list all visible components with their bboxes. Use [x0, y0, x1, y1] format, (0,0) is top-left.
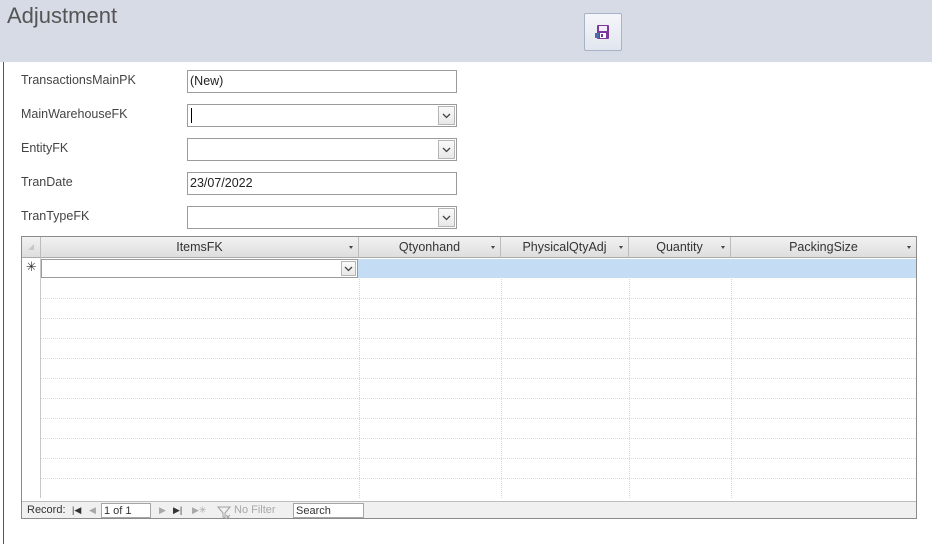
entityfk-dropdown-button[interactable] [438, 140, 455, 159]
column-filter-arrow-icon[interactable] [721, 246, 725, 249]
form-title: Adjustment [7, 3, 118, 28]
grid-row-divider [41, 478, 916, 479]
entityfk-combo[interactable] [187, 138, 457, 161]
chevron-down-icon [344, 266, 353, 271]
trandate-field[interactable]: 23/07/2022 [187, 172, 457, 195]
column-filter-arrow-icon[interactable] [349, 246, 353, 249]
grid-column-divider [359, 279, 360, 498]
field-label-entityfk: EntityFK [21, 141, 69, 155]
mainwarehousefk-dropdown-button[interactable] [438, 106, 455, 125]
grid-column-divider [629, 279, 630, 498]
grid-row-divider [41, 358, 916, 359]
grid-column-divider [501, 279, 502, 498]
column-filter-arrow-icon[interactable] [907, 246, 911, 249]
first-record-icon[interactable]: |◀ [72, 502, 81, 519]
field-label-trandate: TranDate [21, 175, 73, 189]
grid-row-divider [41, 338, 916, 339]
column-header-qtyonhand[interactable]: Qtyonhand [359, 237, 501, 258]
record-navigation-bar: Record: |◀ ◀ 1 of 1 ▶ ▶| ▶✳ No Filter Se… [22, 501, 916, 520]
grid-row-divider [41, 418, 916, 419]
field-label-mainwarehousefk: MainWarehouseFK [21, 107, 128, 121]
record-position-input[interactable]: 1 of 1 [101, 503, 151, 518]
grid-column-divider [731, 279, 732, 498]
items-datasheet[interactable]: ItemsFK Qtyonhand PhysicalQtyAdj Quantit… [21, 236, 917, 520]
form-header: Adjustment [0, 0, 932, 62]
search-input[interactable]: Search [293, 503, 364, 518]
trandate-value: 23/07/2022 [190, 176, 253, 190]
trantypefk-combo[interactable] [187, 206, 457, 229]
itemsfk-cell-combo[interactable] [41, 259, 358, 278]
form-left-border [3, 62, 4, 544]
mainwarehousefk-combo[interactable] [187, 104, 457, 127]
new-record-nav-icon[interactable]: ▶✳ [192, 502, 206, 519]
new-record-row[interactable] [41, 259, 916, 278]
last-record-icon[interactable]: ▶| [173, 502, 182, 519]
save-button[interactable] [584, 13, 622, 51]
filter-icon [217, 506, 231, 520]
transactionsmainpk-field[interactable]: (New) [187, 70, 457, 93]
text-caret [191, 108, 192, 123]
no-filter-button[interactable]: No Filter [234, 502, 276, 519]
chevron-down-icon [442, 215, 451, 220]
column-filter-arrow-icon[interactable] [619, 246, 623, 249]
new-record-icon: ✳ [26, 259, 37, 274]
column-header-physicalqtyadj[interactable]: PhysicalQtyAdj [501, 237, 629, 258]
column-header-quantity[interactable]: Quantity [629, 237, 731, 258]
trantypefk-dropdown-button[interactable] [438, 208, 455, 227]
column-header-packingsize[interactable]: PackingSize [731, 237, 916, 258]
corner-triangle-icon [28, 244, 34, 250]
chevron-down-icon [442, 113, 451, 118]
record-label: Record: [27, 504, 66, 516]
next-record-icon[interactable]: ▶ [159, 502, 166, 519]
column-header-label: Quantity [656, 240, 703, 254]
column-header-itemsfk[interactable]: ItemsFK [41, 237, 359, 258]
grid-row-divider [41, 378, 916, 379]
save-icon [595, 25, 609, 39]
grid-row-divider [41, 438, 916, 439]
field-label-transactionsmainpk: TransactionsMainPK [21, 73, 136, 87]
grid-row-divider [41, 398, 916, 399]
grid-row-divider [41, 298, 916, 299]
grid-row-divider [41, 458, 916, 459]
previous-record-icon[interactable]: ◀ [89, 502, 96, 519]
transactionsmainpk-value: (New) [190, 74, 224, 88]
column-header-label: ItemsFK [176, 240, 223, 254]
chevron-down-icon [442, 147, 451, 152]
column-header-label: PhysicalQtyAdj [522, 240, 607, 254]
datasheet-header-row: ItemsFK Qtyonhand PhysicalQtyAdj Quantit… [22, 237, 916, 258]
itemsfk-dropdown-button[interactable] [341, 261, 356, 276]
column-filter-arrow-icon[interactable] [491, 246, 495, 249]
record-selector-column[interactable] [22, 258, 41, 498]
grid-row-divider [41, 318, 916, 319]
column-header-label: PackingSize [789, 240, 858, 254]
column-header-label: Qtyonhand [398, 240, 461, 254]
select-all-corner[interactable] [22, 237, 41, 258]
field-label-trantypefk: TranTypeFK [21, 209, 90, 223]
